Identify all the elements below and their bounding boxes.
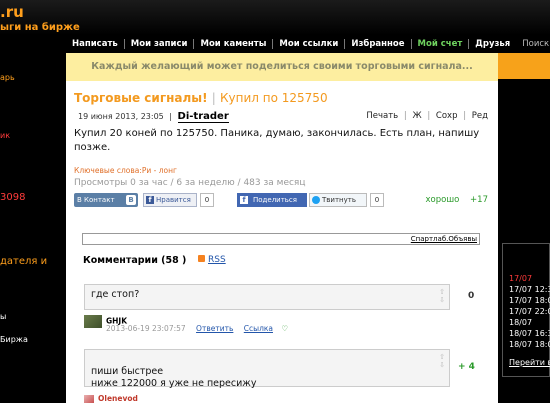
nav-my-account[interactable]: Мой счет — [412, 39, 470, 49]
vk-share-button[interactable]: В Контакт В — [74, 193, 138, 207]
event-item[interactable]: 18/07 16:3 — [509, 329, 550, 338]
post-body: Купил 20 коней по 125750. Паника, думаю,… — [74, 128, 480, 153]
page: .ru ыги на бирже Написать Мои записи Мои… — [0, 0, 550, 403]
nav-favorites[interactable]: Избранное — [345, 39, 412, 49]
fb-share-label: Поделиться — [253, 196, 297, 204]
comment-body: где стоп? ⇧ ⇩ — [84, 284, 450, 310]
post-author-link[interactable]: Di-trader — [177, 111, 229, 123]
comment-body: пиши быстрее ниже 122000 я уже не переси… — [84, 349, 450, 389]
site-header: .ru ыги на бирже — [0, 0, 550, 35]
comment-author: Olenevod — [84, 394, 138, 403]
heart-icon[interactable]: ♡ — [281, 324, 288, 333]
signals-banner[interactable]: Каждый желающий может поделиться своими … — [66, 53, 498, 81]
left-sidebar-item[interactable]: дателя и — [0, 256, 47, 267]
print-link[interactable]: Печать — [366, 111, 398, 121]
avatar[interactable] — [84, 394, 94, 403]
rss-label: RSS — [208, 255, 226, 265]
nav-my-posts[interactable]: Мои записи — [125, 39, 195, 49]
comment-text: пиши быстрее ниже 122000 я уже не переси… — [91, 366, 257, 389]
vk-label: В Контакт — [77, 196, 115, 204]
nav-my-links[interactable]: Мои ссылки — [273, 39, 346, 49]
left-sidebar-item[interactable]: 3098 — [0, 192, 25, 203]
tweet-button[interactable]: Твитнуть — [309, 193, 367, 207]
post-tags[interactable]: Ключевые слова:Ри - лонг — [74, 166, 177, 175]
tweet-label: Твитнуть — [322, 196, 356, 204]
twitter-icon — [312, 196, 320, 204]
journal-link[interactable]: Ж — [412, 111, 421, 121]
reply-link[interactable]: Ответить — [196, 324, 233, 333]
avatar[interactable] — [84, 315, 102, 328]
actions-separator: | — [403, 111, 407, 121]
title-separator: | — [211, 91, 216, 105]
comment-time: 2013-06-19 23:07:57 — [106, 324, 186, 333]
vote-arrows[interactable]: ⇧ ⇩ — [439, 288, 445, 304]
post-meta: 19 июня 2013, 23:05 | Di-trader — [78, 111, 229, 123]
facebook-icon: f — [240, 196, 248, 204]
event-item[interactable]: 17/07 12:3 — [509, 285, 550, 294]
ad-link[interactable]: Спартлаб.Объявы — [411, 235, 477, 243]
save-link[interactable]: Сохр — [436, 111, 458, 121]
rating-vote-good[interactable]: хорошо — [426, 195, 460, 205]
post-date: 19 июня 2013, 23:05 — [78, 112, 164, 121]
post-subtitle: Купил по 125750 — [220, 91, 328, 105]
comment-text: где стоп? — [91, 289, 140, 300]
tweet-count: 0 — [370, 193, 384, 207]
post-title: Торговые сигналы! | Купил по 125750 — [74, 91, 328, 105]
comments-header: Комментарии (58 ) — [83, 255, 187, 266]
event-item[interactable]: 17/07 22:0 — [509, 307, 550, 316]
rss-icon — [198, 255, 205, 262]
fb-like-label: Нравится — [156, 196, 191, 204]
post-views: Просмотры 0 за час / 6 за неделю / 483 з… — [74, 178, 306, 188]
left-sidebar-item[interactable]: Биржа — [0, 335, 28, 344]
blog-title[interactable]: Торговые сигналы! — [74, 91, 208, 105]
meta-separator: | — [169, 112, 172, 121]
actions-separator: | — [427, 111, 431, 121]
fb-like-count: 0 — [200, 193, 214, 207]
left-sidebar: арь ик 3098 дателя и ы Биржа — [0, 53, 66, 403]
permalink[interactable]: Ссылка — [244, 324, 273, 333]
event-item[interactable]: 18/07 18:0 — [509, 340, 550, 349]
ad-bar: Спартлаб.Объявы — [82, 233, 480, 245]
facebook-icon: f — [146, 196, 154, 204]
rss-link[interactable]: RSS — [198, 255, 226, 265]
right-panel: 17/07 17/07 12:3 17/07 18:0 17/07 22:0 1… — [498, 53, 550, 403]
comment-score: 0 — [468, 291, 475, 301]
comment-score: + 4 — [458, 362, 475, 372]
nav-my-comments[interactable]: Мои каменты — [194, 39, 274, 49]
post-rating: хорошо +17 — [426, 195, 488, 205]
comment-author-name[interactable]: Olenevod — [98, 394, 138, 403]
post-actions: Печать | Ж | Сохр | Ред — [363, 111, 488, 121]
nav-friends[interactable]: Друзья — [469, 39, 516, 49]
site-tagline: ыги на бирже — [0, 22, 80, 33]
left-sidebar-item[interactable]: ик — [0, 131, 10, 140]
nav-write[interactable]: Написать — [66, 39, 125, 49]
left-sidebar-item[interactable]: арь — [0, 73, 15, 82]
event-date: 18/07 — [509, 318, 533, 327]
main-content: Каждый желающий может поделиться своими … — [66, 53, 498, 403]
fb-share-button[interactable]: f Поделиться — [237, 193, 307, 207]
vk-icon: В — [126, 195, 136, 205]
rating-value: +17 — [470, 195, 488, 205]
vote-arrows[interactable]: ⇧ ⇩ — [439, 353, 445, 369]
event-item[interactable]: 17/07 18:0 — [509, 296, 550, 305]
fb-like-button[interactable]: f Нравится — [143, 193, 197, 207]
events-box: 17/07 17/07 12:3 17/07 18:0 17/07 22:0 1… — [502, 243, 550, 377]
comment-meta: 2013-06-19 23:07:57 Ответить Ссылка ♡ — [106, 324, 288, 333]
site-logo[interactable]: .ru — [0, 3, 24, 21]
top-nav: Написать Мои записи Мои каменты Мои ссыл… — [66, 35, 550, 53]
event-date: 17/07 — [509, 274, 533, 283]
left-sidebar-item[interactable]: ы — [0, 312, 6, 321]
nav-search[interactable]: Поиск — [522, 39, 549, 49]
edit-link[interactable]: Ред — [472, 111, 488, 121]
go-to-calendar-link[interactable]: Перейти в — [509, 358, 550, 367]
right-orange-strip — [498, 53, 550, 79]
actions-separator: | — [463, 111, 467, 121]
